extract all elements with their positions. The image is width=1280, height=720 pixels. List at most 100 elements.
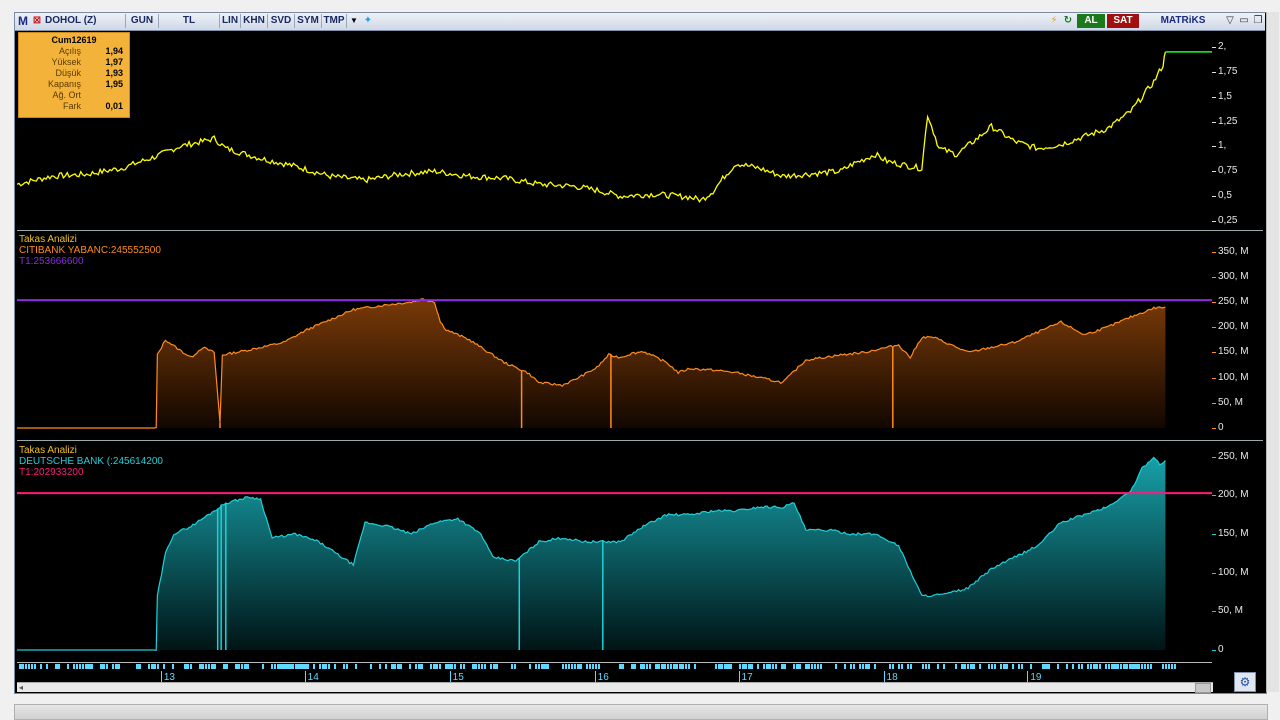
session-mark: [853, 664, 855, 669]
session-mark: [415, 664, 417, 669]
toolbar-button-tmp[interactable]: TMP: [322, 14, 347, 28]
time-axis[interactable]: 13 14 15 16 17 18 19: [17, 662, 1212, 683]
citi-area: [17, 298, 1166, 428]
refresh-icon[interactable]: ↻: [1061, 14, 1075, 28]
session-mark: [79, 664, 81, 669]
price-axis-tick: [1212, 46, 1216, 48]
horizontal-scrollbar[interactable]: ◂: [17, 682, 1213, 693]
session-mark: [955, 664, 957, 669]
vertical-scrollbar[interactable]: [1266, 12, 1279, 692]
deutsche-panel-title: Takas Analizi: [19, 445, 77, 456]
info-label: Fark: [63, 101, 81, 111]
session-mark: [25, 664, 27, 669]
bottom-scrollbar[interactable]: [14, 704, 1268, 720]
chart-settings-icon[interactable]: ⚙: [1234, 672, 1256, 692]
axis-tick: [1212, 495, 1216, 497]
session-mark: [1126, 664, 1128, 669]
session-mark: [496, 664, 498, 669]
price-axis-label: 0,25: [1218, 215, 1238, 227]
session-mark: [1018, 664, 1020, 669]
session-mark: [547, 664, 549, 669]
twitter-icon[interactable]: ✦: [361, 14, 375, 28]
session-mark: [1000, 664, 1002, 669]
session-mark: [490, 664, 492, 669]
session-mark: [772, 664, 774, 669]
session-mark: [769, 664, 771, 669]
session-mark: [922, 664, 924, 669]
axis-tick: [1212, 327, 1216, 329]
session-mark: [892, 664, 894, 669]
session-mark: [208, 664, 210, 669]
period-button[interactable]: GUN: [126, 14, 159, 28]
restore-icon[interactable]: ❐: [1251, 14, 1265, 28]
session-mark: [994, 664, 996, 669]
session-mark: [190, 664, 192, 669]
session-mark: [1057, 664, 1059, 669]
sell-button[interactable]: SAT: [1107, 14, 1139, 28]
session-mark: [106, 664, 108, 669]
session-mark: [319, 664, 321, 669]
deutsche-panel[interactable]: Takas Analizi DEUTSCHE BANK (:245614200 …: [17, 441, 1212, 662]
axis-tick: [1212, 428, 1216, 429]
session-mark: [964, 664, 966, 669]
axis-label: 100, M: [1218, 371, 1249, 383]
menu-triangle-icon[interactable]: ▽: [1223, 14, 1237, 28]
axis-tick: [1212, 611, 1216, 613]
session-mark: [631, 664, 636, 669]
scroll-left-icon[interactable]: ◂: [19, 683, 23, 692]
info-row: Açılış 1,94: [21, 46, 125, 57]
info-value: 0,01: [105, 101, 123, 111]
session-mark: [568, 664, 570, 669]
session-mark: [346, 664, 348, 669]
session-mark: [439, 664, 441, 669]
session-mark: [163, 664, 165, 669]
deutsche-axis: 250, M 200, M 150, M 100, M 50, M 0: [1212, 441, 1263, 662]
axis-tick: [1212, 377, 1216, 379]
axis-label: 250, M: [1218, 450, 1249, 462]
session-mark: [859, 664, 861, 669]
axis-tick: [1212, 572, 1216, 574]
session-mark: [1120, 664, 1122, 669]
lightning-icon[interactable]: ⚡: [1047, 14, 1061, 28]
toolbar-button-sym[interactable]: SYM: [295, 14, 322, 28]
currency-button[interactable]: TL: [159, 14, 220, 28]
scroll-thumb[interactable]: [1195, 683, 1211, 693]
session-mark: [844, 664, 846, 669]
axis-tick: [1212, 650, 1216, 651]
session-mark: [862, 664, 864, 669]
toolbar-button-svd[interactable]: SVD: [268, 14, 295, 28]
dropdown-arrow-icon[interactable]: ▼: [347, 14, 361, 28]
info-row: Yüksek 1,97: [21, 57, 125, 68]
citi-panel[interactable]: Takas Analizi CITIBANK YABANC:245552500 …: [17, 231, 1212, 440]
price-axis-tick: [1212, 121, 1216, 123]
session-mark: [478, 664, 480, 669]
session-mark: [76, 664, 78, 669]
axis-tick: [1212, 276, 1216, 278]
session-mark: [1072, 664, 1074, 669]
deutsche-ref-label: T1:202933200: [19, 467, 84, 478]
session-mark: [1081, 664, 1083, 669]
session-mark: [472, 664, 477, 669]
session-mark: [334, 664, 336, 669]
session-mark: [667, 664, 669, 669]
info-row: Düşük 1,93: [21, 68, 125, 79]
session-mark: [223, 664, 228, 669]
buy-button[interactable]: AL: [1077, 14, 1105, 28]
toolbar-button-lin[interactable]: LIN: [220, 14, 241, 28]
session-mark: [649, 664, 651, 669]
session-mark: [244, 664, 249, 669]
symbol-selector[interactable]: DOHOL (Z): [45, 14, 126, 28]
minimize-icon[interactable]: ▭: [1237, 14, 1251, 28]
session-mark: [529, 664, 531, 669]
session-mark: [646, 664, 648, 669]
price-panel[interactable]: [17, 31, 1212, 230]
toolbar-button-khn[interactable]: KHN: [241, 14, 268, 28]
price-axis-label: 0,75: [1218, 165, 1238, 177]
session-mark: [58, 664, 60, 669]
price-axis-label: 1,: [1218, 140, 1227, 152]
session-mark: [1168, 664, 1170, 669]
session-mark: [619, 664, 624, 669]
session-mark: [205, 664, 207, 669]
info-value: 1,94: [105, 46, 123, 56]
symbol-flag-icon: ⊠: [32, 15, 42, 26]
